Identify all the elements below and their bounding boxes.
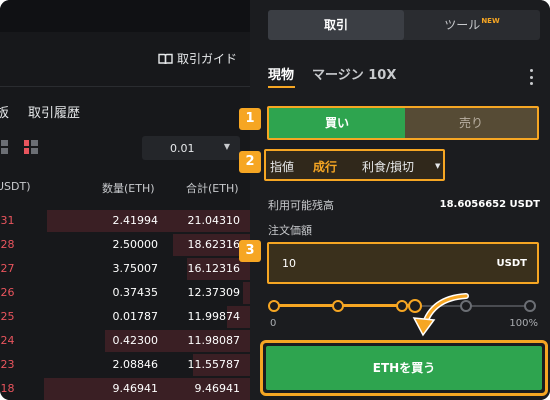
table-row[interactable]: .31 2.41994 21.04310 bbox=[0, 209, 250, 233]
total-cell: 16.12316 bbox=[187, 262, 241, 275]
amount-cell: 0.42300 bbox=[112, 334, 159, 347]
chevron-down-icon: ▼ bbox=[223, 142, 230, 151]
order-amount-value: 10 bbox=[282, 257, 296, 270]
table-row[interactable]: .23 2.08846 11.55787 bbox=[0, 353, 250, 377]
sell-view-icon[interactable] bbox=[24, 140, 38, 154]
mode-segment: 取引 ツールNEW bbox=[268, 10, 540, 40]
amount-cell: 2.08846 bbox=[112, 358, 159, 371]
amount-cell: 3.75007 bbox=[112, 262, 159, 275]
buy-eth-highlight: ETHを買う bbox=[260, 340, 548, 396]
step-badge-3: 3 bbox=[239, 240, 261, 262]
side-toggle: 買い 売り bbox=[267, 106, 539, 140]
slider-step-0[interactable] bbox=[268, 300, 280, 312]
buy-sell-view-icon[interactable] bbox=[0, 140, 8, 154]
order-type-selector: 指値 成行 利食/損切 ▼ bbox=[264, 149, 445, 181]
amount-cell: 9.46941 bbox=[112, 382, 159, 395]
slider-step-25[interactable] bbox=[332, 300, 344, 312]
price-cell: .28 bbox=[0, 238, 15, 251]
order-book-panel: 取引ガイド 板 取引履歴 0.01 ▼ USDT) 数量(ETH) 合計(ETH… bbox=[0, 0, 250, 400]
trading-screen: 取引ガイド 板 取引履歴 0.01 ▼ USDT) 数量(ETH) 合計(ETH… bbox=[0, 0, 550, 400]
order-amount-input[interactable]: 10 USDT bbox=[267, 242, 539, 284]
table-row[interactable]: .18 9.46941 9.46941 bbox=[0, 377, 250, 400]
order-amount-label: 注文価額 bbox=[268, 224, 312, 237]
price-cell: .24 bbox=[0, 334, 15, 347]
total-cell: 11.99874 bbox=[187, 310, 241, 323]
curved-arrow-icon bbox=[412, 293, 469, 337]
chevron-down-icon[interactable]: ▼ bbox=[435, 162, 440, 170]
order-type-tpsl[interactable]: 利食/損切 bbox=[362, 158, 414, 175]
precision-value: 0.01 bbox=[170, 142, 195, 155]
sell-button[interactable]: 売り bbox=[405, 108, 537, 138]
book-icon bbox=[158, 53, 173, 64]
total-cell: 11.98087 bbox=[187, 334, 241, 347]
total-cell: 9.46941 bbox=[194, 382, 241, 395]
available-balance-label: 利用可能残高 bbox=[268, 199, 334, 212]
price-cell: .31 bbox=[0, 214, 15, 227]
tab-spot[interactable]: 現物 bbox=[268, 64, 294, 83]
available-balance-value: 18.6056652 USDT bbox=[439, 199, 540, 210]
more-menu-icon[interactable] bbox=[530, 69, 534, 85]
slider-min-label: 0 bbox=[270, 318, 277, 329]
column-price: USDT) bbox=[0, 180, 31, 193]
price-cell: .26 bbox=[0, 286, 15, 299]
table-row[interactable]: .26 0.37435 12.37309 bbox=[0, 281, 250, 305]
step-badge-1: 1 bbox=[239, 108, 261, 130]
amount-cell: 2.41994 bbox=[112, 214, 159, 227]
buy-button[interactable]: 買い bbox=[269, 108, 405, 138]
table-row[interactable]: .25 0.01787 11.99874 bbox=[0, 305, 250, 329]
depth-bar bbox=[243, 282, 250, 304]
slider-max-label: 100% bbox=[509, 318, 538, 329]
order-amount-unit: USDT bbox=[496, 258, 527, 269]
total-cell: 12.37309 bbox=[187, 286, 241, 299]
divider bbox=[0, 86, 250, 87]
trading-guide-label: 取引ガイド bbox=[177, 52, 238, 66]
book-view-toggles bbox=[0, 140, 38, 154]
top-bar bbox=[0, 0, 250, 32]
segment-trade[interactable]: 取引 bbox=[268, 10, 404, 40]
slider-step-100[interactable] bbox=[524, 300, 536, 312]
total-cell: 21.04310 bbox=[187, 214, 241, 227]
table-row[interactable]: .28 2.50000 18.62316 bbox=[0, 233, 250, 257]
amount-cell: 0.37435 bbox=[112, 286, 159, 299]
segment-trade-label: 取引 bbox=[323, 18, 348, 32]
total-cell: 18.62316 bbox=[187, 238, 241, 251]
price-cell: .23 bbox=[0, 358, 15, 371]
order-form-panel: 取引 ツールNEW 現物 マージン 10X 買い 売り 指値 成行 利食/損切 … bbox=[258, 0, 550, 400]
step-badge-2: 2 bbox=[239, 151, 261, 173]
column-total: 合計(ETH) bbox=[186, 182, 239, 195]
segment-tools[interactable]: ツールNEW bbox=[404, 10, 540, 40]
order-type-market[interactable]: 成行 bbox=[313, 158, 337, 175]
column-amount: 数量(ETH) bbox=[102, 182, 155, 195]
amount-cell: 0.01787 bbox=[112, 310, 159, 323]
buy-eth-button[interactable]: ETHを買う bbox=[266, 346, 542, 390]
table-row[interactable]: .27 3.75007 16.12316 bbox=[0, 257, 250, 281]
total-cell: 11.55787 bbox=[187, 358, 241, 371]
order-book-rows: .31 2.41994 21.04310 .28 2.50000 18.62316 .27 3… bbox=[0, 209, 250, 400]
price-cell: .18 bbox=[0, 382, 15, 395]
new-badge: NEW bbox=[481, 17, 500, 25]
tab-margin[interactable]: マージン 10X bbox=[312, 64, 396, 83]
trading-guide-link[interactable]: 取引ガイド bbox=[158, 50, 237, 67]
amount-cell: 2.50000 bbox=[112, 238, 159, 251]
tab-trade-history[interactable]: 取引履歴 bbox=[28, 102, 80, 121]
active-tab-underline bbox=[268, 86, 295, 88]
precision-select[interactable]: 0.01 ▼ bbox=[142, 136, 240, 160]
tab-order-book[interactable]: 板 bbox=[0, 102, 9, 121]
segment-tools-label: ツール bbox=[444, 18, 481, 32]
order-type-limit[interactable]: 指値 bbox=[270, 158, 294, 175]
price-cell: .27 bbox=[0, 262, 15, 275]
table-row[interactable]: .24 0.42300 11.98087 bbox=[0, 329, 250, 353]
slider-fill bbox=[274, 304, 415, 307]
price-cell: .25 bbox=[0, 310, 15, 323]
